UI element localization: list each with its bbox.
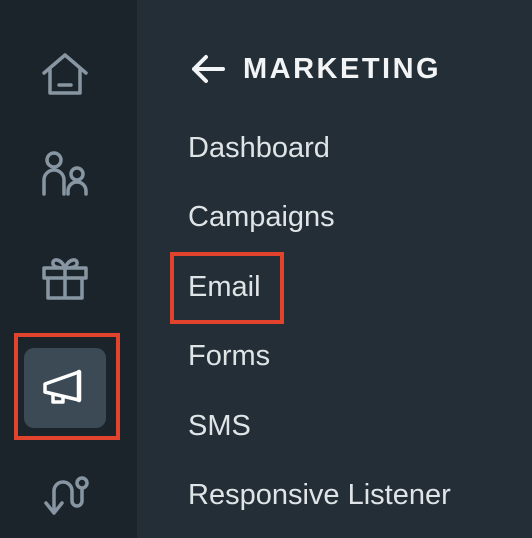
menu-item-email[interactable]: Email (188, 267, 261, 307)
rail-item-people[interactable] (24, 134, 106, 214)
rail-item-home[interactable] (24, 34, 106, 114)
menu-item-responsive-listener[interactable]: Responsive Listener (188, 475, 451, 515)
arrow-left-icon[interactable] (191, 54, 225, 84)
menu-item-campaigns[interactable]: Campaigns (188, 197, 335, 237)
menu-item-forms[interactable]: Forms (188, 336, 270, 376)
icon-rail (0, 0, 137, 538)
gift-icon (40, 254, 90, 302)
rail-item-gift[interactable] (24, 238, 106, 318)
menu-item-dashboard[interactable]: Dashboard (188, 128, 330, 168)
megaphone-icon (41, 368, 89, 408)
app-window: MARKETING Dashboard Campaigns Email Form… (0, 0, 532, 538)
menu-item-sms[interactable]: SMS (188, 406, 251, 446)
submenu-title: MARKETING (243, 52, 442, 85)
rail-item-marketing[interactable] (24, 348, 106, 428)
home-icon (40, 51, 90, 97)
marketing-submenu: MARKETING Dashboard Campaigns Email Form… (137, 0, 532, 538)
route-icon (40, 471, 90, 521)
submenu-header[interactable]: MARKETING (191, 46, 441, 92)
rail-item-journeys[interactable] (24, 456, 106, 536)
people-icon (40, 150, 90, 198)
